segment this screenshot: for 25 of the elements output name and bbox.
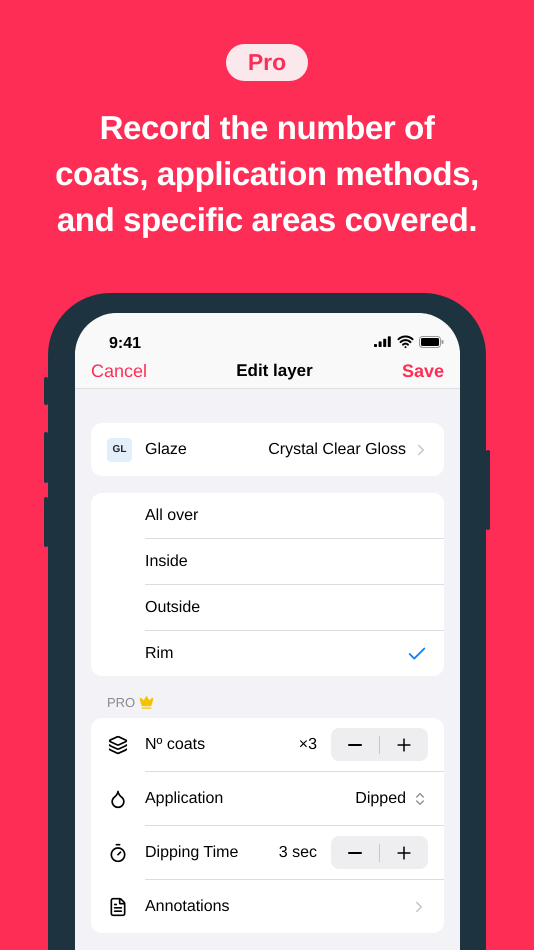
wifi-icon (397, 333, 414, 350)
headline-line: and specific areas covered. (56, 200, 478, 240)
status-time: 9:41 (109, 335, 142, 354)
timer-icon (108, 842, 128, 862)
row-value: Crystal Clear Gloss (268, 440, 406, 458)
layers-icon (108, 734, 128, 754)
row-label: Application (145, 790, 224, 808)
row-value: 3 sec (278, 844, 317, 862)
row-value: ×3 (298, 736, 317, 754)
crown-icon (139, 695, 154, 710)
row-label: Dipping Time (145, 844, 238, 862)
row-label: Nº coats (145, 736, 206, 754)
minus-icon (348, 744, 362, 746)
battery-icon (419, 336, 444, 348)
section-title: PRO (107, 695, 136, 710)
headline-line: Record the number of (98, 108, 436, 148)
row-label: Glaze (145, 440, 187, 458)
minus-icon (348, 852, 362, 854)
select-value[interactable]: Dipped (355, 790, 406, 808)
document-icon (108, 896, 128, 916)
glaze-badge: GL (107, 438, 132, 462)
headline-line: coats, application methods, (55, 154, 479, 194)
signal-icon (374, 336, 392, 347)
screen-title: Edit layer (236, 361, 313, 381)
pro-badge: Pro (226, 44, 308, 81)
